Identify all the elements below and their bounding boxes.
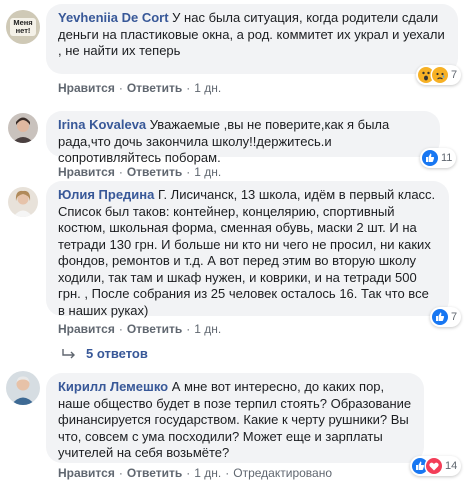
- comment-author[interactable]: Юлия Предина: [58, 187, 154, 202]
- sad-reaction-icon: [432, 67, 448, 83]
- like-reaction-icon: [432, 309, 448, 325]
- view-replies-link[interactable]: 5 ответов: [62, 346, 148, 361]
- comment-author[interactable]: Irina Kovaleva: [58, 117, 146, 132]
- comment-actions: Нравится · Ответить · 1 дн.: [58, 322, 222, 336]
- reaction-count: 7: [451, 69, 458, 81]
- reply-link[interactable]: Ответить: [127, 81, 182, 95]
- reply-arrow-icon: [62, 348, 75, 358]
- timestamp[interactable]: 1 дн.: [194, 81, 221, 95]
- like-link[interactable]: Нравится: [58, 81, 115, 95]
- avatar[interactable]: [6, 371, 40, 405]
- comment-bubble: Yevheniia De Cort У нас была ситуация, к…: [46, 4, 458, 74]
- comment-bubble: Irina Kovaleva Уважаемые ,вы не поверите…: [46, 111, 440, 165]
- like-reaction-icon: [422, 150, 438, 166]
- like-link[interactable]: Нравится: [58, 165, 115, 179]
- reaction-count: 14: [445, 460, 458, 472]
- love-reaction-icon: [426, 458, 442, 474]
- reaction-summary[interactable]: 11: [420, 148, 457, 168]
- avatar[interactable]: [8, 187, 38, 217]
- avatar-sticker-text: Меня нет!: [13, 18, 33, 35]
- avatar-photo-icon: [6, 371, 40, 405]
- comment-text: Г. Лисичанск, 13 школа, идём в первый кл…: [58, 187, 436, 318]
- reaction-summary[interactable]: 7: [430, 307, 462, 327]
- avatar[interactable]: Меня нет!: [6, 10, 40, 44]
- reaction-summary[interactable]: 7: [416, 65, 462, 85]
- avatar[interactable]: [8, 113, 38, 143]
- reaction-count: 7: [451, 311, 458, 323]
- edited-label: Отредактировано: [233, 466, 333, 480]
- comment-actions: Нравится · Ответить · 1 дн.: [58, 81, 222, 95]
- replies-count-label: 5 ответов: [86, 346, 148, 361]
- reply-link[interactable]: Ответить: [127, 165, 182, 179]
- comment-author[interactable]: Кирилл Лемешко: [58, 379, 168, 394]
- timestamp[interactable]: 1 дн.: [194, 466, 221, 480]
- avatar-photo-icon: [8, 187, 38, 217]
- comment-bubble: Юлия Предина Г. Лисичанск, 13 школа, идё…: [46, 181, 449, 318]
- like-link[interactable]: Нравится: [58, 322, 115, 336]
- like-link[interactable]: Нравится: [58, 466, 115, 480]
- avatar-photo-icon: [8, 113, 38, 143]
- timestamp[interactable]: 1 дн.: [194, 165, 221, 179]
- reply-link[interactable]: Ответить: [127, 322, 182, 336]
- reaction-count: 11: [441, 152, 453, 164]
- reply-link[interactable]: Ответить: [127, 466, 182, 480]
- comment-actions: Нравится · Ответить · 1 дн.: [58, 165, 222, 179]
- comment-author[interactable]: Yevheniia De Cort: [58, 10, 169, 25]
- comment-bubble: Кирилл Лемешко А мне вот интересно, до к…: [46, 373, 424, 463]
- timestamp[interactable]: 1 дн.: [194, 322, 221, 336]
- comment-actions: Нравится · Ответить · 1 дн. · Отредактировано: [58, 466, 333, 480]
- reaction-summary[interactable]: 14: [410, 456, 462, 476]
